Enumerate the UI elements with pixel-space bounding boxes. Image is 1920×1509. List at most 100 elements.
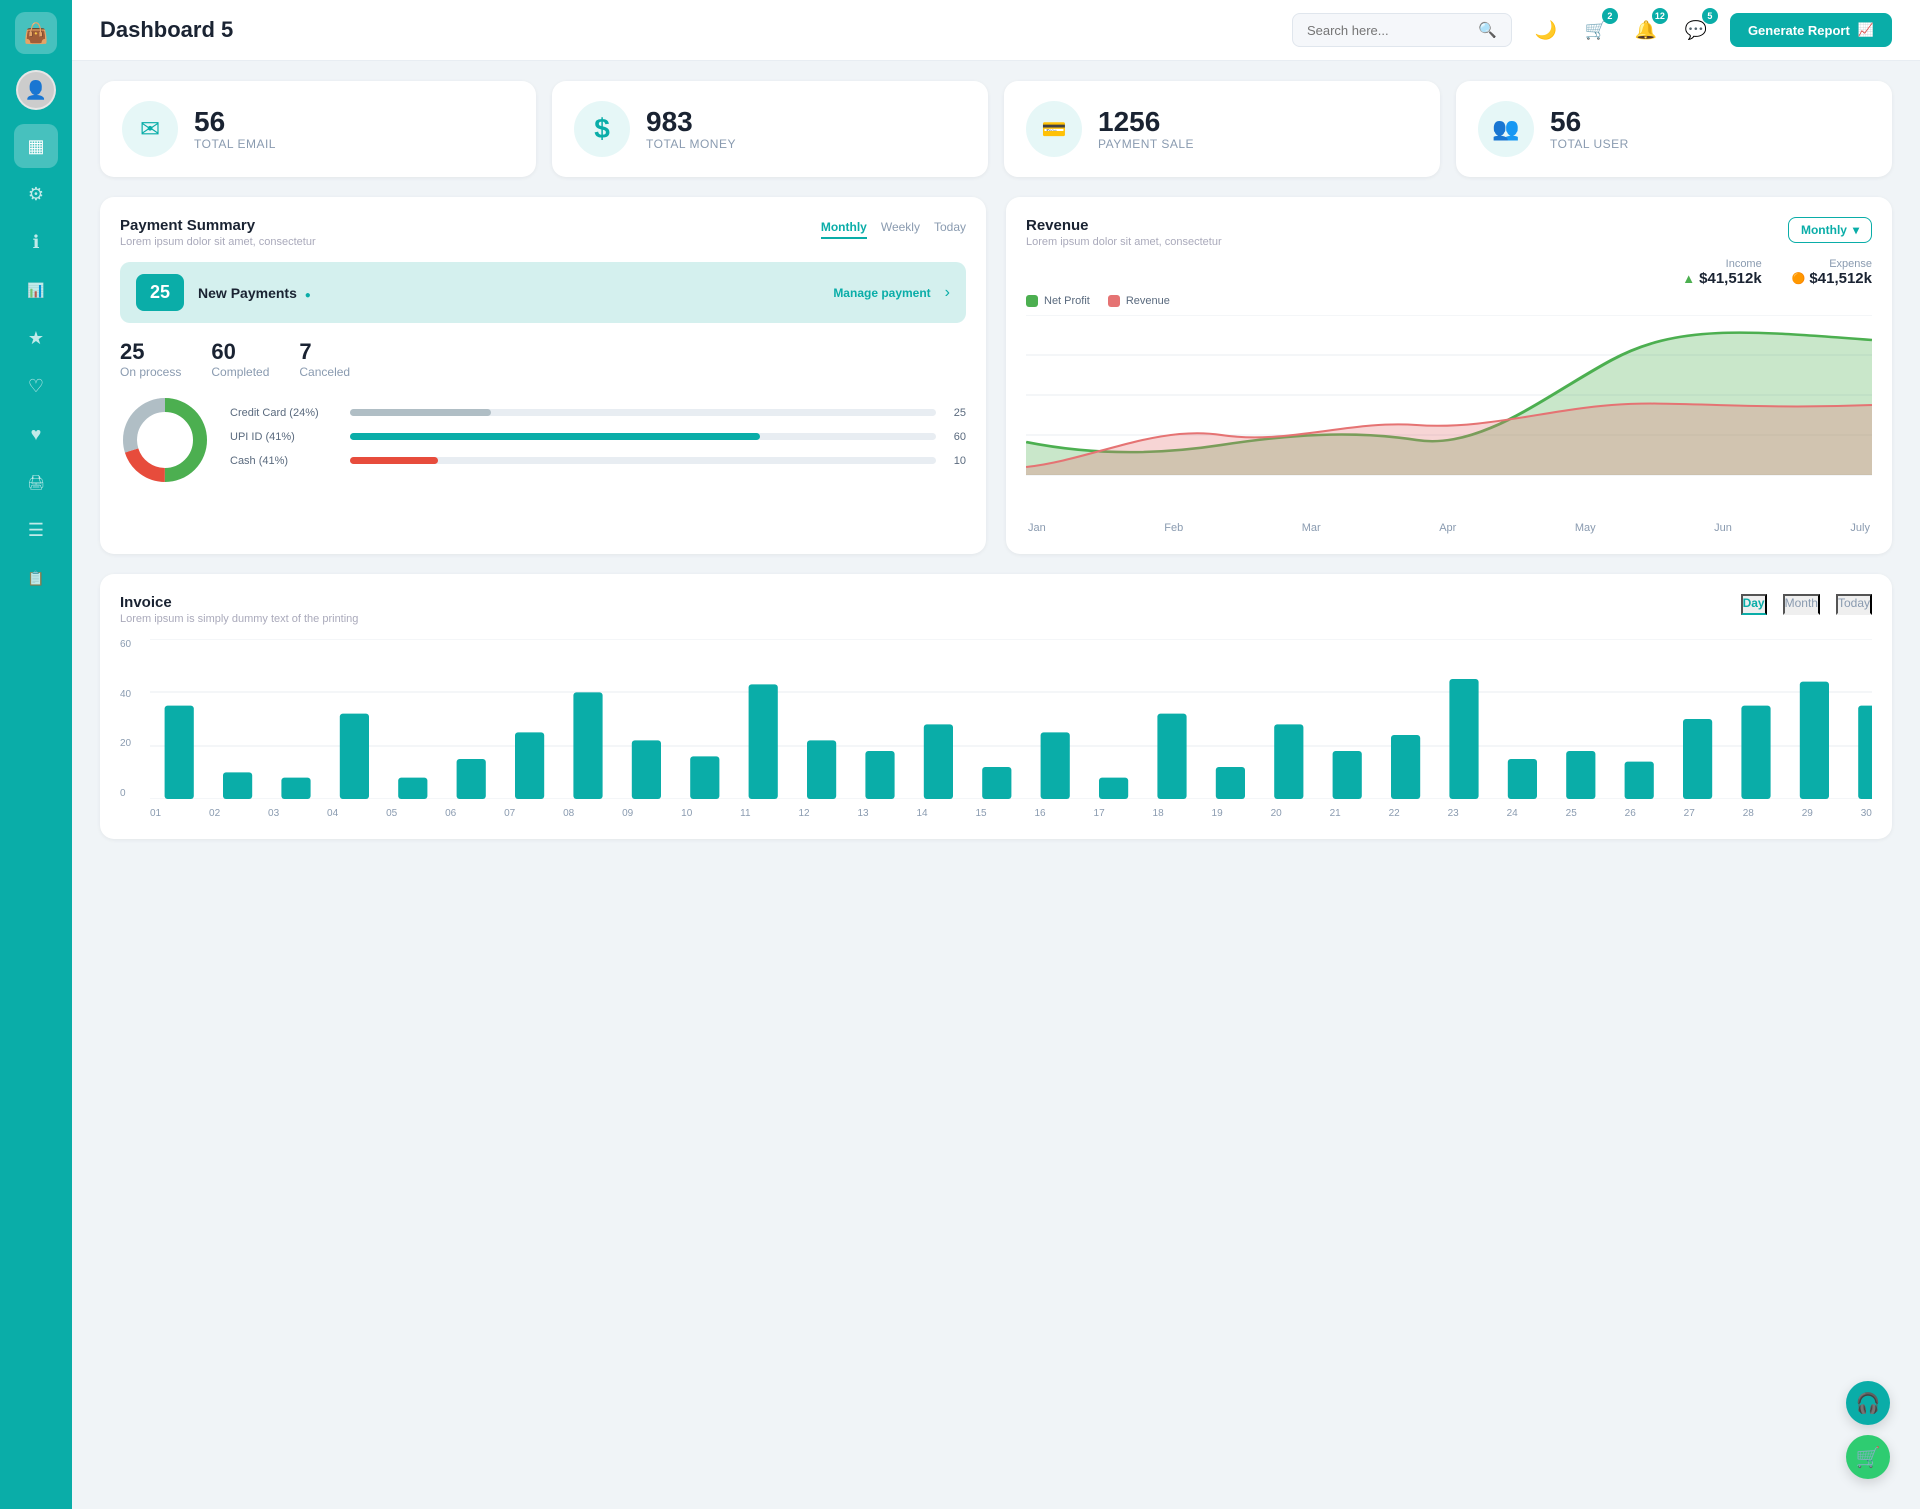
invoice-header: Invoice Lorem ipsum is simply dummy text… bbox=[120, 594, 1872, 625]
total-email-info: 56 TOTAL EMAIL bbox=[194, 107, 276, 152]
income-value: $41,512k bbox=[1699, 270, 1762, 287]
upi-track bbox=[350, 433, 936, 440]
page-title: Dashboard 5 bbox=[100, 17, 1276, 43]
chat-button[interactable]: 💬 5 bbox=[1678, 12, 1714, 48]
invoice-bar bbox=[1157, 714, 1186, 799]
invoice-chart-wrapper: 0 20 40 60 01020304050607080910111213141… bbox=[120, 639, 1872, 819]
bell-button[interactable]: 🔔 12 bbox=[1628, 12, 1664, 48]
expense-label: Expense bbox=[1792, 258, 1872, 270]
income-icon: ▲ bbox=[1682, 271, 1695, 286]
total-money-number: 983 bbox=[646, 107, 736, 138]
invoice-bar bbox=[1391, 735, 1420, 799]
new-payments-count: 25 bbox=[136, 274, 184, 311]
credit-card-fill bbox=[350, 409, 491, 416]
total-money-label: TOTAL MONEY bbox=[646, 137, 736, 151]
credit-card-track bbox=[350, 409, 936, 416]
cart-button[interactable]: 🛒 2 bbox=[1578, 12, 1614, 48]
total-user-number: 56 bbox=[1550, 107, 1629, 138]
avatar-image: 👤 bbox=[25, 80, 47, 101]
invoice-bar bbox=[1625, 762, 1654, 799]
expense-value: $41,512k bbox=[1809, 270, 1872, 287]
upi-val: 60 bbox=[946, 431, 966, 443]
invoice-bar bbox=[281, 778, 310, 799]
sidebar-item-analytics[interactable]: 📊 bbox=[14, 268, 58, 312]
generate-report-label: Generate Report bbox=[1748, 23, 1850, 38]
fab-support-button[interactable]: 🎧 bbox=[1846, 1381, 1890, 1425]
new-payments-text: New Payments bbox=[198, 285, 297, 301]
total-user-icon: 👥 bbox=[1478, 101, 1534, 157]
headset-icon: 🎧 bbox=[1856, 1391, 1881, 1416]
sidebar-item-heart-filled[interactable]: ♥ bbox=[14, 412, 58, 456]
revenue-header: Revenue Lorem ipsum dolor sit amet, cons… bbox=[1026, 217, 1872, 248]
payment-tab-monthly[interactable]: Monthly bbox=[821, 217, 867, 239]
fab-area: 🎧 🛒 bbox=[1846, 1381, 1890, 1479]
payment-tab-weekly[interactable]: Weekly bbox=[881, 217, 920, 239]
payment-summary-subtitle: Lorem ipsum dolor sit amet, consectetur bbox=[120, 236, 316, 248]
payment-summary-card: Payment Summary Lorem ipsum dolor sit am… bbox=[100, 197, 986, 554]
income-item: Income ▲ $41,512k bbox=[1682, 258, 1761, 287]
settings-icon: ⚙ bbox=[28, 184, 44, 205]
credit-card-val: 25 bbox=[946, 407, 966, 419]
sidebar-item-print[interactable]: 🖨 bbox=[14, 460, 58, 504]
generate-report-button[interactable]: Generate Report 📈 bbox=[1730, 13, 1892, 47]
sidebar-logo[interactable]: 👜 bbox=[15, 12, 57, 54]
search-input[interactable] bbox=[1307, 23, 1470, 38]
invoice-tab-group: Day Month Today bbox=[1741, 594, 1872, 615]
bell-icon: 🔔 bbox=[1635, 20, 1657, 41]
expense-item: Expense 🟠 $41,512k bbox=[1792, 258, 1872, 287]
search-box[interactable]: 🔍 bbox=[1292, 13, 1512, 47]
stat-card-payment-sale: 💳 1256 PAYMENT SALE bbox=[1004, 81, 1440, 177]
total-email-label: TOTAL EMAIL bbox=[194, 137, 276, 151]
donut-chart bbox=[120, 395, 210, 490]
mid-row: Payment Summary Lorem ipsum dolor sit am… bbox=[100, 197, 1892, 554]
revenue-subtitle: Lorem ipsum dolor sit amet, consectetur bbox=[1026, 236, 1222, 248]
revenue-monthly-dropdown[interactable]: Monthly ▾ bbox=[1788, 217, 1872, 243]
sidebar-item-star[interactable]: ★ bbox=[14, 316, 58, 360]
revenue-legend: Net Profit Revenue bbox=[1026, 295, 1872, 307]
payment-tab-today[interactable]: Today bbox=[934, 217, 966, 239]
header-icons: 🌙 🛒 2 🔔 12 💬 5 bbox=[1528, 12, 1714, 48]
shopping-cart-icon: 🛒 bbox=[1856, 1445, 1881, 1470]
chevron-right-icon: › bbox=[945, 284, 950, 302]
bar-row-credit-card: Credit Card (24%) 25 bbox=[230, 407, 966, 419]
cash-label: Cash (41%) bbox=[230, 455, 340, 467]
payment-sale-icon: 💳 bbox=[1026, 101, 1082, 157]
total-email-number: 56 bbox=[194, 107, 276, 138]
invoice-card: Invoice Lorem ipsum is simply dummy text… bbox=[100, 574, 1892, 839]
sidebar-item-list[interactable]: 📋 bbox=[14, 556, 58, 600]
payment-sale-label: PAYMENT SALE bbox=[1098, 137, 1194, 151]
invoice-bar bbox=[1800, 682, 1829, 799]
sidebar-item-menu[interactable]: ☰ bbox=[14, 508, 58, 552]
user-avatar[interactable]: 👤 bbox=[16, 70, 56, 110]
invoice-bar bbox=[924, 724, 953, 799]
invoice-bar bbox=[807, 740, 836, 799]
invoice-tab-day[interactable]: Day bbox=[1741, 594, 1767, 615]
invoice-title-group: Invoice Lorem ipsum is simply dummy text… bbox=[120, 594, 358, 625]
revenue-dot bbox=[1108, 295, 1120, 307]
upi-fill bbox=[350, 433, 760, 440]
payment-summary-title: Payment Summary bbox=[120, 217, 316, 234]
invoice-bar bbox=[632, 740, 661, 799]
total-money-icon: $ bbox=[574, 101, 630, 157]
sidebar: 👜 👤 ▦ ⚙ ℹ 📊 ★ ♡ ♥ 🖨 ☰ 📋 bbox=[0, 0, 72, 1509]
sidebar-item-info[interactable]: ℹ bbox=[14, 220, 58, 264]
new-payments-label: New Payments ● bbox=[198, 285, 819, 301]
invoice-subtitle: Lorem ipsum is simply dummy text of the … bbox=[120, 613, 358, 625]
fab-cart-button[interactable]: 🛒 bbox=[1846, 1435, 1890, 1479]
invoice-tab-month[interactable]: Month bbox=[1783, 594, 1820, 615]
payment-bars: Credit Card (24%) 25 UPI ID (41%) 60 bbox=[230, 407, 966, 479]
bar-chart-icon: 📈 bbox=[1858, 22, 1874, 38]
payment-summary-header: Payment Summary Lorem ipsum dolor sit am… bbox=[120, 217, 966, 248]
sidebar-item-dashboard[interactable]: ▦ bbox=[14, 124, 58, 168]
dashboard-icon: ▦ bbox=[27, 136, 44, 157]
sidebar-item-settings[interactable]: ⚙ bbox=[14, 172, 58, 216]
net-profit-label: Net Profit bbox=[1044, 295, 1090, 307]
dark-mode-toggle[interactable]: 🌙 bbox=[1528, 12, 1564, 48]
cash-val: 10 bbox=[946, 455, 966, 467]
chat-icon: 💬 bbox=[1685, 20, 1707, 41]
sidebar-item-heart-outline[interactable]: ♡ bbox=[14, 364, 58, 408]
invoice-tab-today[interactable]: Today bbox=[1836, 594, 1872, 615]
payment-sale-number: 1256 bbox=[1098, 107, 1194, 138]
invoice-bar bbox=[1216, 767, 1245, 799]
manage-payment-link[interactable]: Manage payment bbox=[833, 286, 930, 300]
